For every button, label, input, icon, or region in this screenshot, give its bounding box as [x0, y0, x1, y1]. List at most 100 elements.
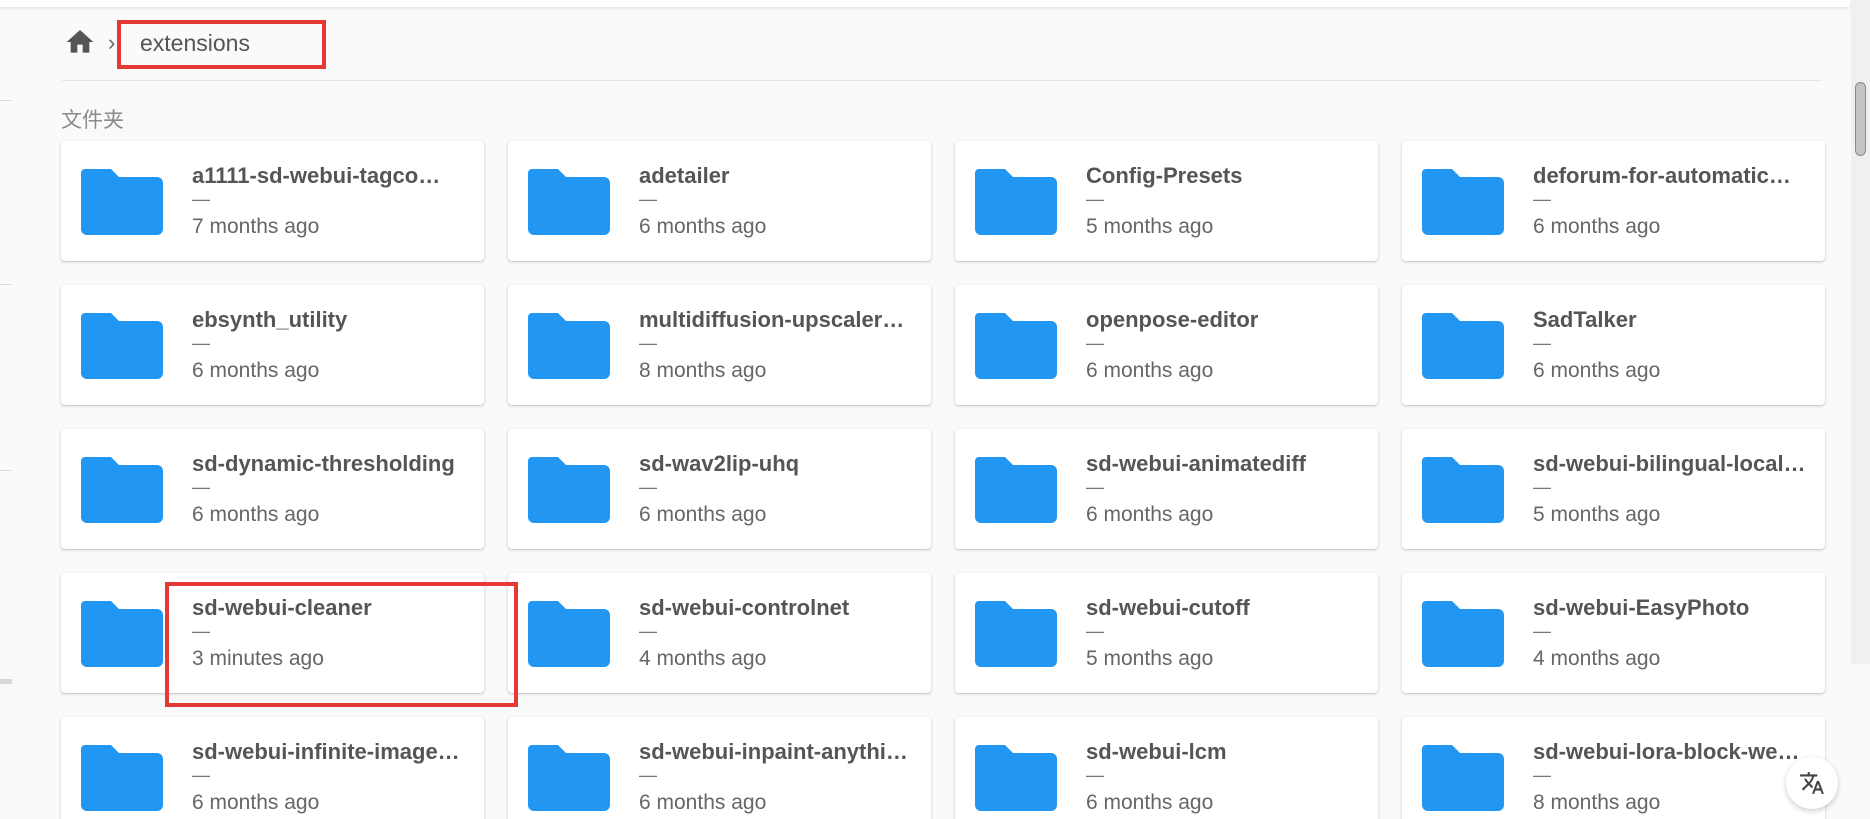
folder-size: —: [1533, 333, 1551, 353]
folder-card[interactable]: sd-webui-inpaint-anythi… — 6 months ago: [508, 717, 931, 819]
folder-name: openpose-editor: [1086, 307, 1259, 332]
folder-card[interactable]: sd-webui-EasyPhoto — 4 months ago: [1402, 573, 1825, 693]
folder-icon: [81, 169, 163, 235]
folder-icon: [975, 745, 1057, 811]
rail-divider: [0, 284, 12, 285]
folder-name: sd-dynamic-thresholding: [192, 451, 455, 476]
folder-modified-time: 5 months ago: [1086, 215, 1214, 238]
folder-card[interactable]: ebsynth_utility — 6 months ago: [61, 285, 484, 405]
folder-modified-time: 6 months ago: [1086, 791, 1214, 814]
left-rail: [0, 7, 12, 819]
folder-icon: [975, 313, 1057, 379]
folder-modified-time: 6 months ago: [639, 503, 767, 526]
folder-modified-time: 5 months ago: [1533, 503, 1661, 526]
folder-name: Config-Presets: [1086, 163, 1243, 188]
top-bar: [0, 0, 1850, 7]
folder-icon: [1422, 745, 1504, 811]
folder-name: multidiffusion-upscaler…: [639, 307, 905, 332]
folder-size: —: [1533, 765, 1551, 785]
folder-card[interactable]: sd-webui-infinite-image… — 6 months ago: [61, 717, 484, 819]
folder-name: sd-webui-lcm: [1086, 739, 1227, 764]
folder-modified-time: 4 months ago: [639, 647, 767, 670]
folder-card[interactable]: sd-webui-lora-block-we… — 8 months ago: [1402, 717, 1825, 819]
folder-size: —: [639, 477, 657, 497]
folder-icon: [975, 457, 1057, 523]
folder-card[interactable]: Config-Presets — 5 months ago: [955, 141, 1378, 261]
folder-name: deforum-for-automatic…: [1533, 163, 1791, 188]
folder-card[interactable]: openpose-editor — 6 months ago: [955, 285, 1378, 405]
folder-icon: [975, 601, 1057, 667]
folder-icon: [1422, 457, 1504, 523]
folder-modified-time: 6 months ago: [1086, 503, 1214, 526]
folder-card[interactable]: sd-webui-cleaner — 3 minutes ago: [61, 573, 484, 693]
rail-divider: [0, 679, 12, 684]
folder-name: SadTalker: [1533, 307, 1637, 332]
folder-size: —: [192, 477, 210, 497]
folder-card[interactable]: multidiffusion-upscaler… — 8 months ago: [508, 285, 931, 405]
folder-icon: [528, 745, 610, 811]
folder-size: —: [639, 189, 657, 209]
folder-size: —: [639, 333, 657, 353]
folder-size: —: [1533, 621, 1551, 641]
breadcrumb-current-folder[interactable]: extensions: [140, 30, 250, 57]
folder-grid: a1111-sd-webui-tagco… —7 months ago adetai…: [61, 141, 1825, 819]
folder-name: sd-webui-cleaner: [192, 595, 372, 620]
file-browser-page: › extensions 文件夹 a1111-sd-webui-tagco… —7…: [0, 0, 1870, 819]
folder-name: sd-webui-lora-block-we…: [1533, 739, 1800, 764]
folder-size: —: [1533, 189, 1551, 209]
folder-name: a1111-sd-webui-tagco…: [192, 163, 441, 188]
folder-name: sd-webui-bilingual-local…: [1533, 451, 1806, 476]
folder-card[interactable]: sd-wav2lip-uhq — 6 months ago: [508, 429, 931, 549]
scrollbar-thumb[interactable]: [1855, 82, 1866, 156]
translate-button[interactable]: [1786, 757, 1838, 809]
folder-modified-time: 6 months ago: [192, 503, 320, 526]
folder-size: —: [192, 765, 210, 785]
folder-icon: [528, 169, 610, 235]
folder-card[interactable]: sd-dynamic-thresholding — 6 months ago: [61, 429, 484, 549]
breadcrumb-separator: ›: [108, 30, 116, 55]
folder-icon: [1422, 601, 1504, 667]
folder-size: —: [1533, 477, 1551, 497]
folder-card[interactable]: sd-webui-controlnet — 4 months ago: [508, 573, 931, 693]
folder-modified-time: 6 months ago: [1086, 359, 1214, 382]
folder-name: sd-webui-EasyPhoto: [1533, 595, 1750, 620]
folder-card[interactable]: sd-webui-lcm — 6 months ago: [955, 717, 1378, 819]
folder-modified-time: 6 months ago: [192, 359, 320, 382]
folder-modified-time: 6 months ago: [1533, 215, 1661, 238]
folder-size: —: [192, 189, 210, 209]
folder-card[interactable]: adetailer — 6 months ago: [508, 141, 931, 261]
folder-icon: [1422, 169, 1504, 235]
folder-size: —: [639, 621, 657, 641]
folder-card[interactable]: SadTalker — 6 months ago: [1402, 285, 1825, 405]
folder-card[interactable]: a1111-sd-webui-tagco… — 7 months ago: [61, 141, 484, 261]
folder-modified-time: 5 months ago: [1086, 647, 1214, 670]
folder-card[interactable]: deforum-for-automatic… — 6 months ago: [1402, 141, 1825, 261]
section-label-folders: 文件夹: [61, 109, 124, 132]
folder-modified-time: 6 months ago: [192, 791, 320, 814]
folder-card[interactable]: sd-webui-bilingual-local… — 5 months ago: [1402, 429, 1825, 549]
folder-size: —: [1086, 333, 1104, 353]
folder-icon: [528, 313, 610, 379]
folder-icon: [975, 169, 1057, 235]
folder-modified-time: 8 months ago: [1533, 791, 1661, 814]
scrollbar[interactable]: [1851, 0, 1870, 664]
folder-size: —: [192, 333, 210, 353]
rail-divider: [0, 470, 12, 471]
folder-card[interactable]: sd-webui-cutoff — 5 months ago: [955, 573, 1378, 693]
folder-modified-time: 6 months ago: [1533, 359, 1661, 382]
home-icon[interactable]: [64, 26, 96, 58]
folder-modified-time: 6 months ago: [639, 215, 767, 238]
folder-size: —: [1086, 621, 1104, 641]
folder-size: —: [1086, 189, 1104, 209]
translate-icon: [1800, 772, 1824, 794]
folder-icon: [528, 601, 610, 667]
folder-icon: [81, 457, 163, 523]
folder-card[interactable]: sd-webui-animatediff — 6 months ago: [955, 429, 1378, 549]
folder-size: —: [1086, 477, 1104, 497]
folder-name: sd-webui-infinite-image…: [192, 739, 460, 764]
folder-name: sd-webui-cutoff: [1086, 595, 1250, 620]
folder-size: —: [192, 621, 210, 641]
folder-name: sd-webui-controlnet: [639, 595, 850, 620]
rail-divider: [0, 100, 12, 101]
folder-modified-time: 6 months ago: [639, 791, 767, 814]
